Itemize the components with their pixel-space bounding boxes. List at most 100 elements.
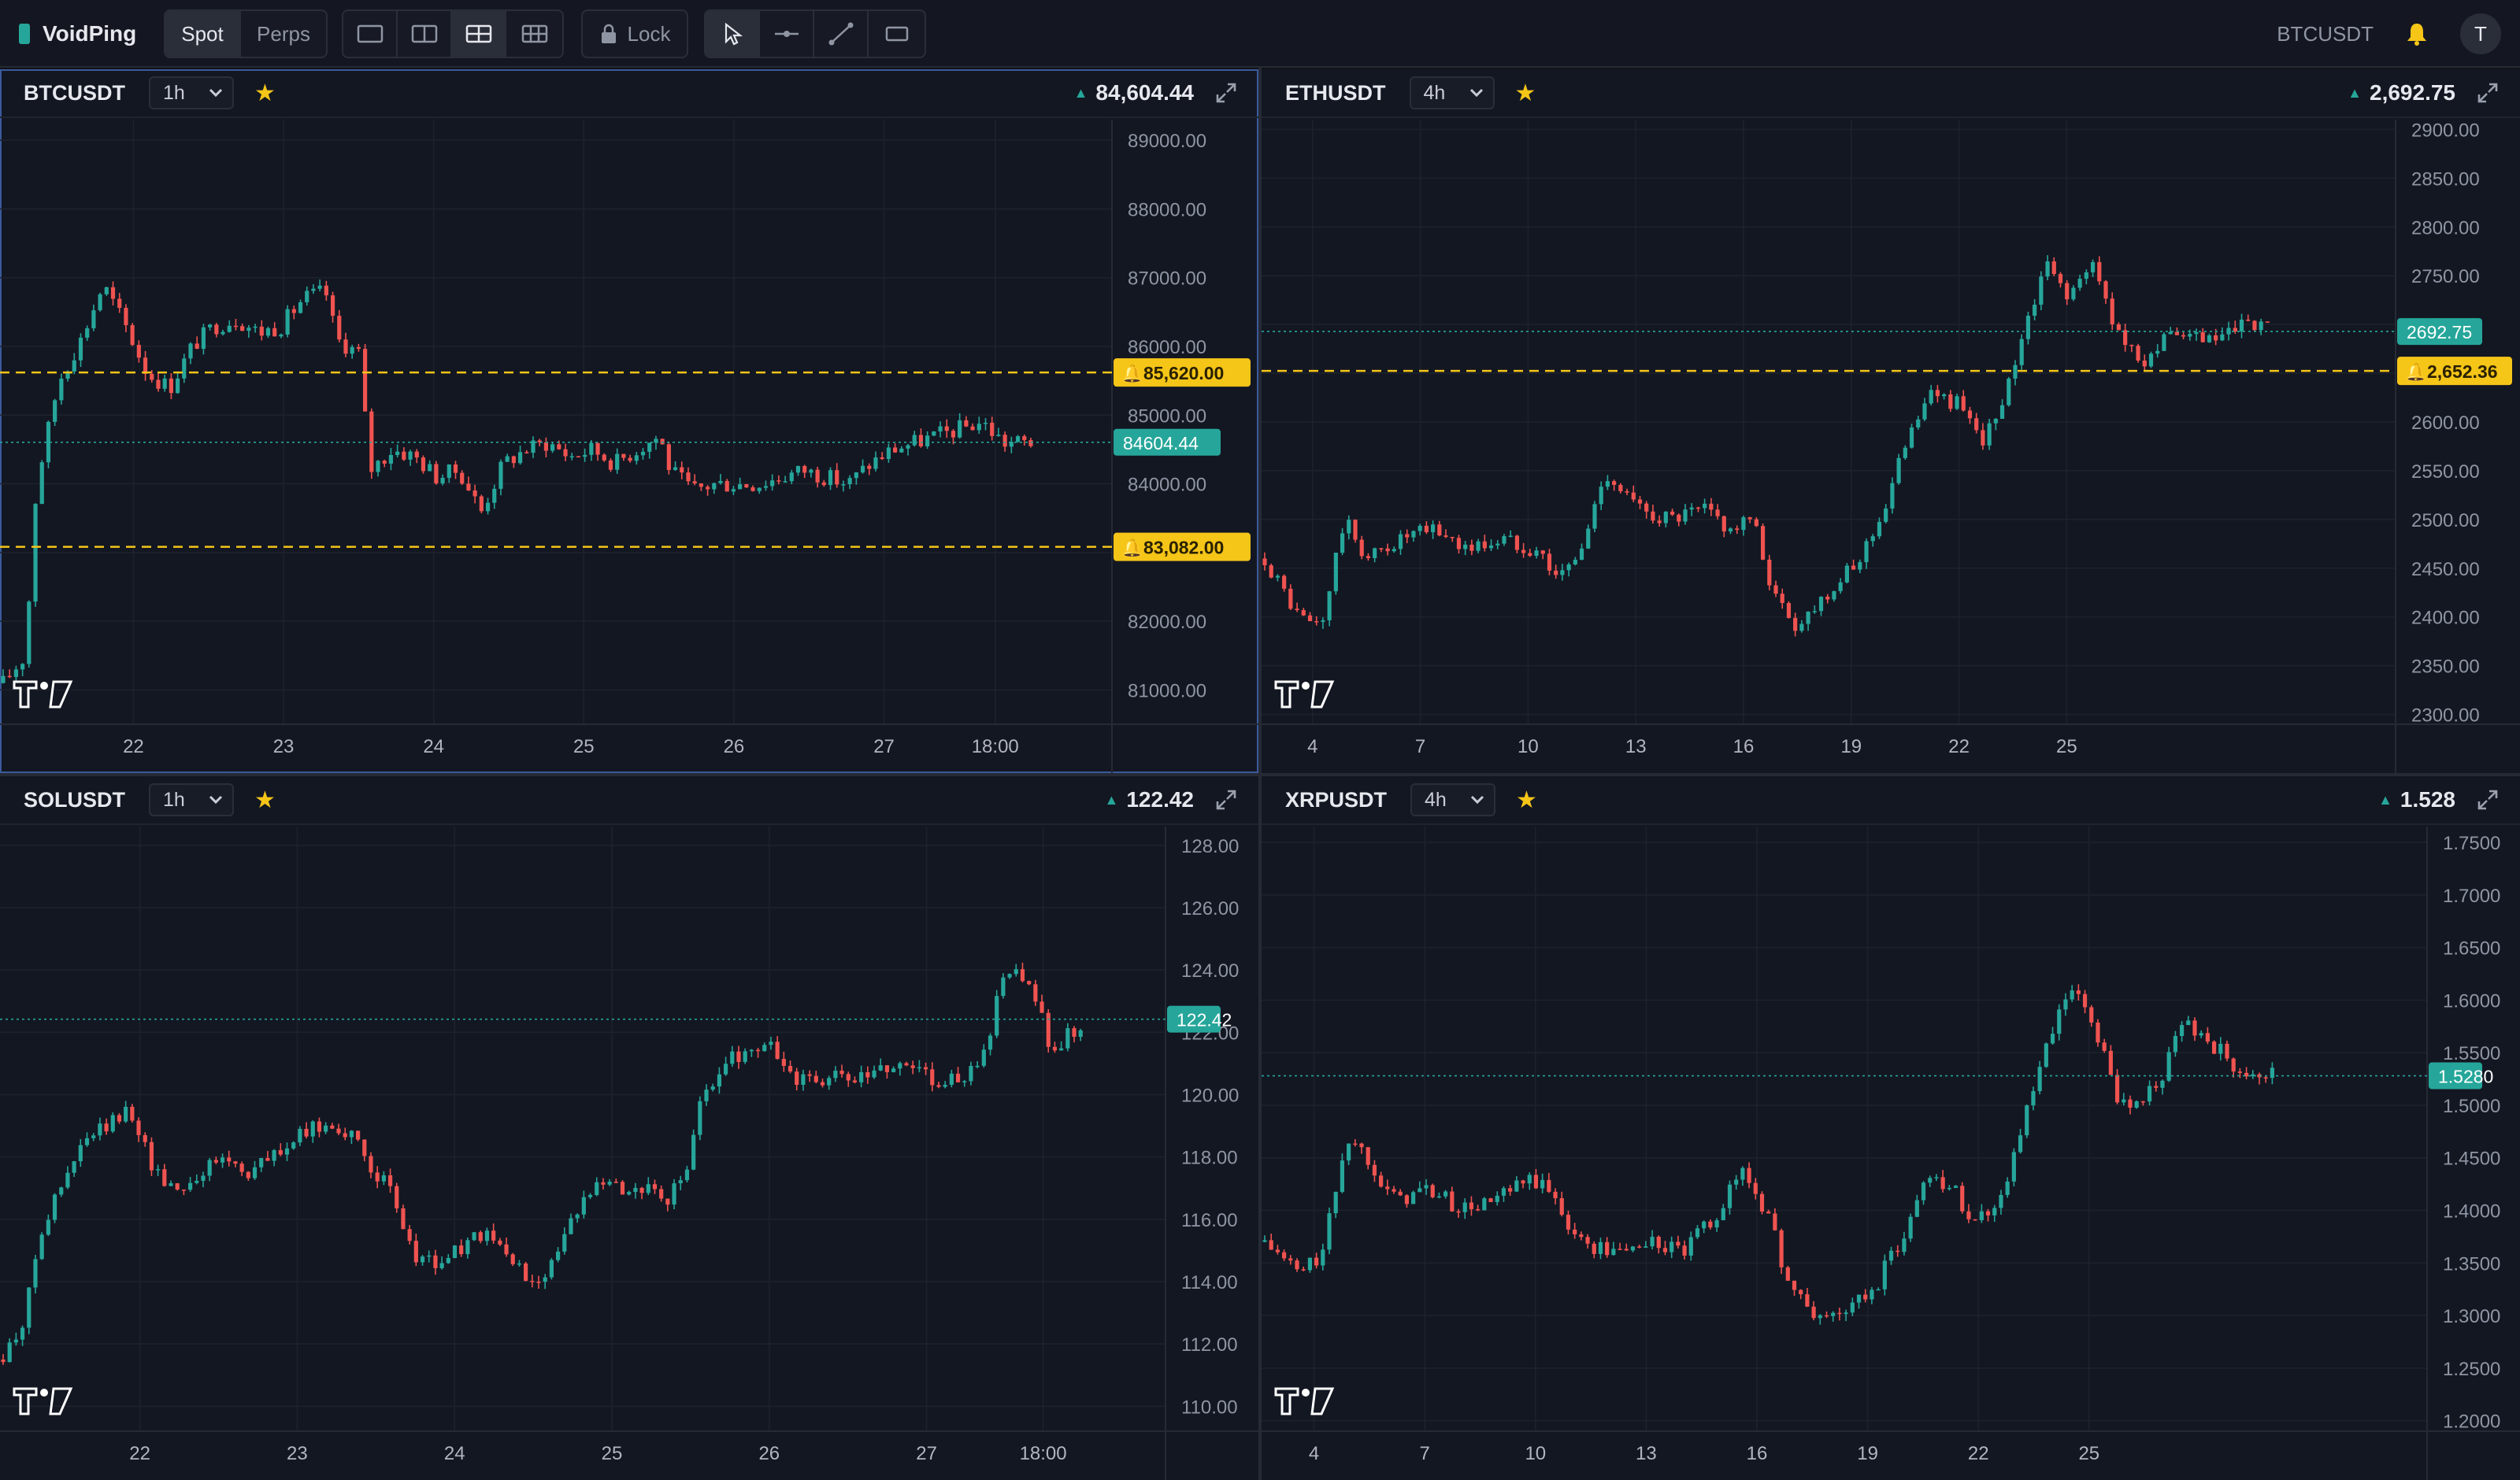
candle bbox=[1599, 481, 1603, 510]
candle bbox=[1476, 1204, 1480, 1212]
candle bbox=[2220, 327, 2225, 342]
chart-panel-xrpusdt[interactable]: XRPUSDT 4h ★ ▲ 1.528 1.7500 1.7000 1.6500 1.… bbox=[1262, 776, 2520, 1480]
candle bbox=[253, 324, 258, 333]
candle bbox=[918, 428, 924, 448]
lock-button[interactable]: Lock bbox=[583, 11, 687, 57]
candle bbox=[788, 1060, 793, 1074]
market-tabs: Spot Perps bbox=[164, 9, 328, 58]
y-tick-label: 85000.00 bbox=[1128, 405, 1206, 427]
expand-icon[interactable] bbox=[2476, 788, 2500, 812]
panel-symbol[interactable]: SOLUSDT bbox=[24, 788, 125, 812]
candle bbox=[859, 1065, 864, 1088]
timeframe-select[interactable]: 4h bbox=[1409, 76, 1495, 109]
favorite-star-icon[interactable]: ★ bbox=[1516, 786, 1537, 814]
favorite-star-icon[interactable]: ★ bbox=[254, 80, 276, 107]
rectangle-tool[interactable] bbox=[869, 11, 925, 57]
y-tick-label: 124.00 bbox=[1181, 960, 1239, 982]
expand-icon[interactable] bbox=[2476, 81, 2500, 105]
candle bbox=[136, 340, 141, 363]
x-tick-label: 19 bbox=[1840, 736, 1862, 757]
candle bbox=[1321, 1243, 1325, 1271]
favorite-star-icon[interactable]: ★ bbox=[1515, 80, 1536, 107]
candle bbox=[1657, 515, 1662, 527]
candle bbox=[1974, 413, 1979, 434]
panel-symbol[interactable]: XRPUSDT bbox=[1285, 788, 1387, 812]
candle bbox=[7, 1338, 12, 1363]
last-price-value: 2,692.75 bbox=[2370, 80, 2455, 105]
candle bbox=[1373, 547, 1377, 563]
candle bbox=[1353, 1139, 1358, 1147]
candle bbox=[1792, 1280, 1797, 1297]
chart-canvas[interactable]: 89000.00 88000.00 87000.00 86000.00 85000.00… bbox=[0, 120, 1258, 773]
chart-canvas[interactable]: 2900.002850.002800.002750.002700.002650.… bbox=[1262, 120, 2520, 773]
timeframe-select[interactable]: 1h bbox=[149, 76, 234, 109]
x-tick-label: 16 bbox=[1747, 1443, 1768, 1464]
layout-two-button[interactable] bbox=[398, 11, 453, 57]
y-tick-label: 1.5000 bbox=[2443, 1096, 2500, 1117]
active-symbol[interactable]: BTCUSDT bbox=[2277, 22, 2374, 46]
candle bbox=[472, 1232, 476, 1241]
layout-selector bbox=[342, 9, 564, 58]
candle bbox=[813, 1071, 818, 1084]
candle bbox=[1688, 1231, 1693, 1261]
candle bbox=[2005, 1177, 2010, 1198]
candle bbox=[549, 1258, 554, 1280]
timeframe-select[interactable]: 1h bbox=[149, 783, 235, 816]
avatar[interactable]: T bbox=[2460, 13, 2501, 54]
last-price: ▲ 84,604.44 bbox=[1074, 80, 1194, 105]
chart-canvas[interactable]: 1.7500 1.7000 1.6500 1.6000 1.5500 1.5000 1.45… bbox=[1262, 827, 2520, 1480]
candle bbox=[2259, 318, 2263, 335]
chart-panel-solusdt[interactable]: SOLUSDT 1h ★ ▲ 122.42 128.00 126.00 124.00 1… bbox=[0, 776, 1258, 1480]
candle bbox=[1586, 524, 1591, 549]
candle bbox=[724, 479, 729, 492]
y-tick-label: 1.6500 bbox=[2443, 938, 2500, 960]
candle bbox=[1598, 1238, 1603, 1260]
trend-line-tool[interactable] bbox=[814, 11, 869, 57]
y-tick-label: 84000.00 bbox=[1128, 475, 1206, 496]
panel-symbol[interactable]: BTCUSDT bbox=[24, 81, 125, 105]
candle bbox=[39, 1232, 44, 1260]
candle bbox=[795, 1067, 799, 1091]
candle bbox=[854, 472, 858, 485]
candle bbox=[517, 445, 523, 465]
bell-icon[interactable] bbox=[2405, 21, 2429, 46]
tab-perps[interactable]: Perps bbox=[241, 11, 326, 57]
layout-six-button[interactable] bbox=[506, 11, 562, 57]
x-tick-label: 13 bbox=[1636, 1443, 1657, 1464]
chart-panel-btcusdt[interactable]: BTCUSDT 1h ★ ▲ 84,604.44 89000.00 88000.00… bbox=[0, 69, 1258, 773]
candle bbox=[1392, 1186, 1396, 1194]
expand-icon[interactable] bbox=[1214, 788, 1238, 812]
candle bbox=[1, 669, 6, 684]
expand-icon[interactable] bbox=[1214, 81, 1238, 105]
candle bbox=[1624, 1243, 1629, 1252]
candle bbox=[272, 1149, 276, 1167]
candle bbox=[2186, 1016, 2191, 1026]
lock-control: Lock bbox=[581, 9, 688, 58]
y-tick-label: 1.3000 bbox=[2443, 1306, 2500, 1327]
alert-price-label[interactable]: 🔔 2,652.36 bbox=[2397, 357, 2512, 386]
layout-single-button[interactable] bbox=[343, 11, 398, 57]
x-tick-label: 7 bbox=[1415, 736, 1425, 757]
cursor-tool[interactable] bbox=[706, 11, 761, 57]
candle bbox=[98, 292, 102, 312]
horizontal-line-tool[interactable] bbox=[760, 11, 815, 57]
timeframe-select[interactable]: 4h bbox=[1410, 783, 1496, 816]
candle bbox=[2128, 1095, 2133, 1115]
chart-panel-ethusdt[interactable]: ETHUSDT 4h ★ ▲ 2,692.75 2900.00 2850.00 280… bbox=[1262, 69, 2520, 773]
alert-price-label[interactable]: 🔔 83,082.00 bbox=[1114, 532, 1251, 561]
candle bbox=[156, 372, 161, 392]
layout-four-button[interactable] bbox=[452, 11, 507, 57]
candle bbox=[1275, 1245, 1280, 1255]
candle bbox=[401, 1204, 406, 1230]
alert-price-label[interactable]: 🔔 85,620.00 bbox=[1114, 358, 1251, 387]
candle bbox=[757, 487, 762, 494]
candle bbox=[1734, 1175, 1739, 1190]
candle bbox=[673, 461, 678, 472]
candle bbox=[91, 304, 96, 331]
brand[interactable]: VoidPing bbox=[19, 17, 136, 50]
tab-spot[interactable]: Spot bbox=[165, 11, 241, 57]
favorite-star-icon[interactable]: ★ bbox=[254, 786, 276, 814]
panel-symbol[interactable]: ETHUSDT bbox=[1285, 81, 1386, 105]
chart-canvas[interactable]: 128.00126.00124.00122.00120.00118.00116.… bbox=[0, 827, 1258, 1480]
candle bbox=[1644, 1241, 1648, 1248]
